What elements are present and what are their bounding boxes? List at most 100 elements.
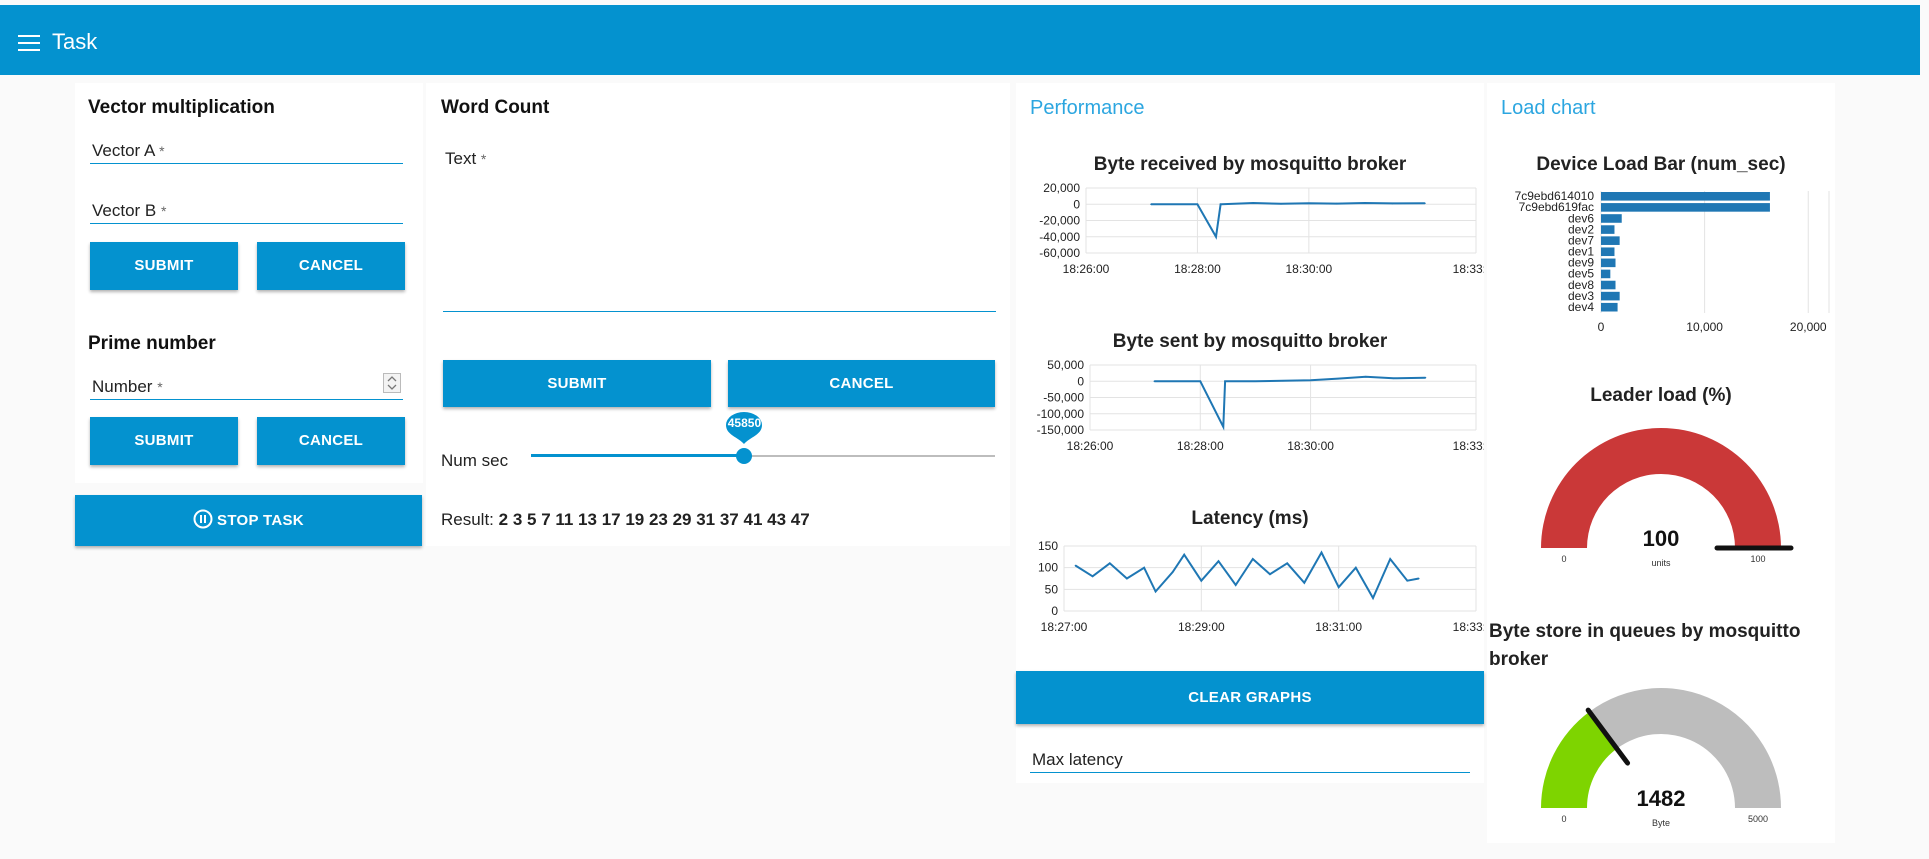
x-tick-label: 18:26:00	[1063, 262, 1110, 276]
data-point	[1406, 579, 1409, 582]
result-value: 2 3 5 7 11 13 17 19 23 29 31 37 41 43 47	[498, 510, 810, 529]
x-tick-label: 20,000	[1790, 320, 1827, 334]
stop-task-button[interactable]: STOP TASK	[75, 495, 422, 546]
menu-icon[interactable]	[18, 35, 40, 51]
y-tick-label: -40,000	[1039, 230, 1080, 244]
data-point	[1424, 202, 1426, 205]
byte-sent-chart: 50,000 0 -50,000 -100,000 -150,000 18:26:00 18…	[1037, 360, 1484, 453]
x-tick-label: 18:33:00	[1453, 439, 1484, 453]
bar	[1601, 291, 1620, 301]
series-line	[1154, 375, 1426, 431]
data-point	[1417, 577, 1420, 580]
chart-title: Leader load (%)	[1590, 385, 1732, 406]
y-tick-label: -100,000	[1037, 407, 1085, 421]
x-tick-label: 18:30:00	[1285, 262, 1332, 276]
category-label: dev4	[1568, 300, 1594, 314]
data-point	[1335, 202, 1338, 205]
data-point	[1183, 553, 1185, 556]
data-point	[1286, 562, 1288, 565]
bar	[1601, 225, 1615, 234]
vector-title: Vector multiplication	[88, 97, 275, 118]
prime-cancel-button[interactable]: CANCEL	[257, 417, 405, 465]
result-label: Result:	[441, 510, 494, 529]
leader-load-gauge: 100 units 0 100	[1541, 428, 1794, 568]
y-tick-label: 20,000	[1043, 183, 1080, 195]
data-point	[1254, 380, 1257, 383]
data-point	[1222, 425, 1225, 428]
text-label: Text	[445, 149, 477, 168]
number-stepper-icon[interactable]	[383, 373, 401, 393]
bar	[1601, 280, 1616, 290]
x-tick-label: 18:28:00	[1177, 439, 1224, 453]
data-point	[1200, 579, 1203, 582]
bar	[1601, 258, 1616, 268]
number-field[interactable]: Number *	[90, 369, 403, 400]
x-tick-label: 18:33:00	[1453, 620, 1484, 634]
y-tick-label: 100	[1038, 561, 1058, 575]
slider-fill	[531, 454, 745, 457]
data-point	[1269, 573, 1271, 575]
vector-a-field[interactable]: Vector A *	[90, 133, 403, 164]
data-point	[1217, 560, 1220, 562]
top-app-bar: Task	[0, 5, 1920, 75]
y-tick-label: 50,000	[1047, 360, 1084, 372]
vector-cancel-button[interactable]: CANCEL	[257, 242, 405, 290]
data-point	[1196, 203, 1199, 206]
x-tick-label: 18:31:00	[1315, 620, 1362, 634]
x-tick-label: 0	[1598, 320, 1605, 334]
series-line	[1151, 201, 1425, 240]
chart-title: Byte sent by mosquitto broker	[1112, 331, 1388, 352]
data-point	[1074, 564, 1077, 567]
slider-thumb[interactable]	[736, 448, 753, 464]
bar	[1601, 247, 1615, 257]
y-tick-label: -150,000	[1037, 423, 1085, 437]
max-latency-label: Max latency	[1032, 750, 1123, 769]
data-point	[1199, 380, 1202, 383]
vector-submit-button[interactable]: SUBMIT	[90, 242, 238, 290]
word-count-card: Word Count Text * SUBMIT CANCEL Num sec …	[426, 83, 1010, 546]
stop-task-label: STOP TASK	[217, 512, 304, 529]
load-chart-card: Load chart Device Load Bar (num_sec) 0 10…	[1487, 83, 1835, 843]
bar	[1601, 302, 1618, 312]
word-cancel-button[interactable]: CANCEL	[728, 360, 995, 407]
data-point	[1252, 202, 1254, 204]
data-point	[1143, 566, 1145, 569]
clear-graphs-button[interactable]: CLEAR GRAPHS	[1016, 671, 1484, 724]
num-sec-slider[interactable]: 45850	[531, 412, 995, 468]
prime-submit-button[interactable]: SUBMIT	[90, 417, 238, 465]
num-sec-label: Num sec	[441, 451, 509, 470]
data-point	[1389, 558, 1391, 560]
max-latency-field[interactable]: Max latency	[1030, 742, 1470, 773]
text-area[interactable]: Text *	[443, 143, 996, 312]
x-tick-label: 18:33:00	[1453, 262, 1484, 276]
gauge-min: 0	[1561, 814, 1566, 824]
vector-b-label: Vector B	[92, 201, 157, 220]
chart-title: Byte received by mosquitto broker	[1093, 154, 1407, 175]
bar	[1601, 203, 1770, 212]
load-chart-title: Load chart	[1501, 97, 1596, 119]
required-mark: *	[159, 143, 165, 159]
gauge-min: 0	[1561, 554, 1566, 564]
chart-title: Byte store in queues by mosquitto broker	[1489, 621, 1801, 670]
y-tick-label: 0	[1077, 374, 1084, 388]
bar	[1601, 192, 1770, 201]
required-mark: *	[157, 379, 163, 395]
y-tick-label: 0	[1073, 197, 1080, 211]
data-point	[1320, 551, 1323, 554]
y-tick-label: -20,000	[1039, 214, 1080, 228]
device-load-bar-chart: 0 10,000 20,0007c9ebd6140107c9ebd619facdev…	[1515, 189, 1830, 334]
data-point	[1282, 379, 1284, 382]
word-submit-button[interactable]: SUBMIT	[443, 360, 711, 407]
performance-title: Performance	[1030, 97, 1145, 119]
data-point	[1355, 566, 1357, 569]
bar	[1601, 269, 1611, 279]
data-point	[1424, 376, 1427, 379]
vector-b-field[interactable]: Vector B *	[90, 193, 403, 224]
required-mark: *	[480, 151, 487, 167]
y-tick-label: -60,000	[1039, 246, 1080, 260]
bar	[1601, 236, 1620, 245]
x-tick-label: 18:28:00	[1174, 262, 1221, 276]
data-point	[1280, 203, 1282, 205]
word-count-title: Word Count	[441, 97, 550, 118]
data-point	[1153, 380, 1156, 383]
